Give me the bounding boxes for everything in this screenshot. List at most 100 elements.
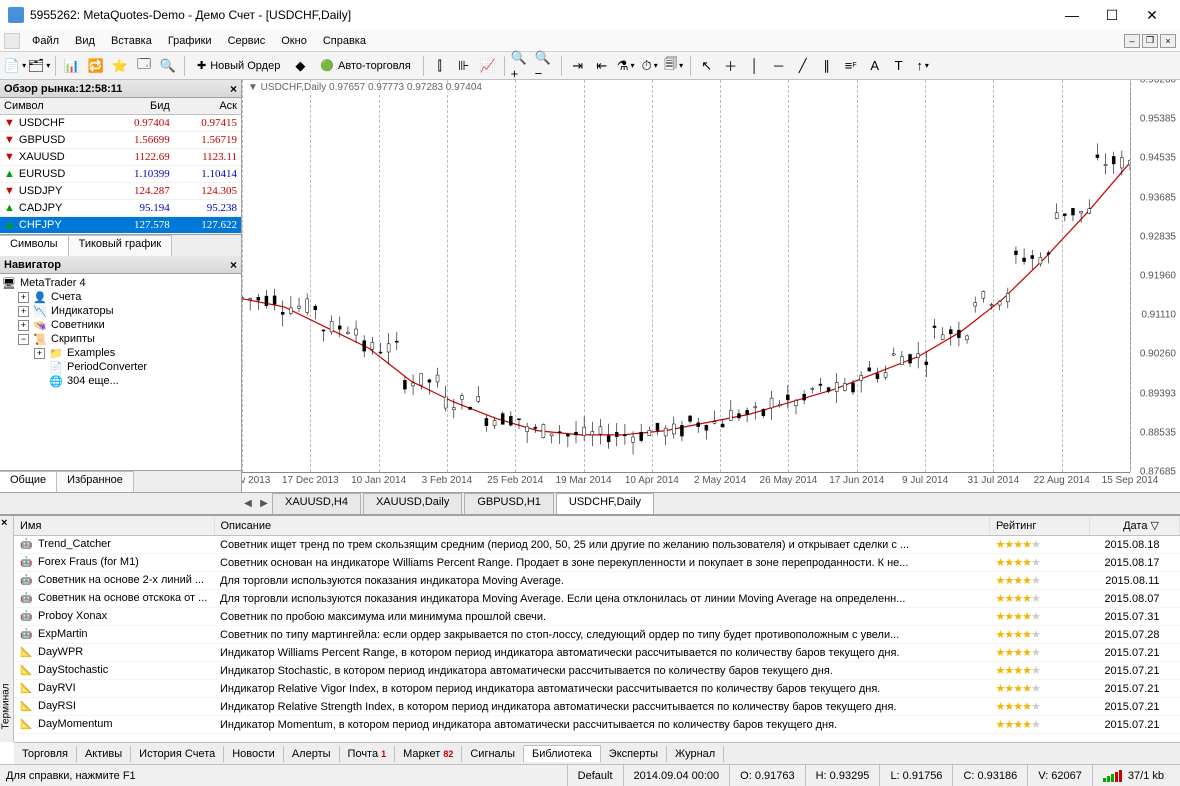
col-rating[interactable]: Рейтинг: [990, 516, 1090, 536]
library-row[interactable]: 📐DayRVIИндикатор Relative Vigor Index, в…: [14, 680, 1180, 698]
tab-symbols[interactable]: Символы: [0, 235, 69, 256]
expand-icon[interactable]: +: [18, 320, 29, 331]
cursor-icon[interactable]: ↖: [696, 55, 718, 77]
terminal-icon[interactable]: 🗔: [133, 55, 155, 77]
close-button[interactable]: ✕: [1132, 3, 1172, 27]
vline-icon[interactable]: │: [744, 55, 766, 77]
minimize-button[interactable]: —: [1052, 3, 1092, 27]
collapse-icon[interactable]: −: [18, 334, 29, 345]
expand-icon[interactable]: +: [34, 348, 45, 359]
terminal-tab[interactable]: Маркет 82: [395, 746, 462, 762]
text-icon[interactable]: A: [864, 55, 886, 77]
zoom-out-icon[interactable]: 🔍−: [534, 55, 556, 77]
menu-file[interactable]: Файл: [24, 33, 67, 49]
terminal-tab[interactable]: Алерты: [284, 746, 340, 762]
tab-tick-chart[interactable]: Тиковый график: [69, 235, 173, 256]
templates-icon[interactable]: 🗐▾: [663, 55, 685, 77]
maximize-button[interactable]: ☐: [1092, 3, 1132, 27]
library-row[interactable]: 📐DayMomentumИндикатор Momentum, в которо…: [14, 716, 1180, 734]
new-chart-icon[interactable]: 📄▾: [4, 55, 26, 77]
navigator-close-icon[interactable]: ×: [230, 258, 237, 272]
library-row[interactable]: 🤖Forex Fraus (for M1)Советник основан на…: [14, 554, 1180, 572]
mdi-close[interactable]: ×: [1160, 34, 1176, 48]
expand-icon[interactable]: +: [18, 306, 29, 317]
tree-accounts[interactable]: +👤Счета: [2, 290, 239, 304]
navigator-icon[interactable]: ⭐: [109, 55, 131, 77]
market-watch-row[interactable]: ▼XAUUSD1122.691123.11: [0, 149, 241, 166]
tree-period-converter[interactable]: 📄PeriodConverter: [2, 360, 239, 374]
chart-area[interactable]: ▼ USDCHF,Daily 0.97657 0.97773 0.97283 0…: [242, 80, 1180, 492]
menu-view[interactable]: Вид: [67, 33, 103, 49]
menu-window[interactable]: Окно: [273, 33, 315, 49]
col-name[interactable]: Имя: [14, 516, 214, 536]
trendline-icon[interactable]: ╱: [792, 55, 814, 77]
bar-chart-icon[interactable]: ⫿: [429, 55, 451, 77]
menu-help[interactable]: Справка: [315, 33, 374, 49]
market-watch-row[interactable]: ▲CHFJPY127.578127.622: [0, 217, 241, 234]
periods-icon[interactable]: ⏱▾: [639, 55, 661, 77]
col-date[interactable]: Дата ▽: [1090, 516, 1180, 536]
tree-indicators[interactable]: +📉Индикаторы: [2, 304, 239, 318]
market-watch-icon[interactable]: 📊: [61, 55, 83, 77]
tree-examples[interactable]: +📁Examples: [2, 346, 239, 360]
hline-icon[interactable]: ─: [768, 55, 790, 77]
col-bid[interactable]: Бид: [107, 98, 174, 115]
tree-scripts[interactable]: −📜Скрипты: [2, 332, 239, 346]
line-chart-icon[interactable]: 📈: [477, 55, 499, 77]
fibo-icon[interactable]: ≡F: [840, 55, 862, 77]
col-symbol[interactable]: Символ: [0, 98, 107, 115]
channel-icon[interactable]: ∥: [816, 55, 838, 77]
col-ask[interactable]: Аск: [174, 98, 241, 115]
metaeditor-icon[interactable]: ◆: [289, 55, 311, 77]
menu-charts[interactable]: Графики: [160, 33, 220, 49]
mdi-minimize[interactable]: –: [1124, 34, 1140, 48]
terminal-tab[interactable]: Торговля: [14, 746, 77, 762]
market-watch-row[interactable]: ▼GBPUSD1.566991.56719: [0, 132, 241, 149]
tab-scroll-right[interactable]: ▶: [256, 493, 272, 514]
col-desc[interactable]: Описание: [214, 516, 990, 536]
library-row[interactable]: 📐DayStochasticИндикатор Stochastic, в ко…: [14, 662, 1180, 680]
chart-tab[interactable]: GBPUSD,H1: [464, 493, 554, 514]
terminal-tab[interactable]: Библиотека: [524, 745, 601, 762]
terminal-close-icon[interactable]: ×: [1, 517, 7, 529]
library-row[interactable]: 🤖Советник на основе 2-х линий ...Для тор…: [14, 572, 1180, 590]
market-watch-close-icon[interactable]: ×: [230, 82, 237, 96]
chart-tab[interactable]: XAUUSD,H4: [272, 493, 361, 514]
chart-shift-icon[interactable]: ⇤: [591, 55, 613, 77]
zoom-in-icon[interactable]: 🔍+: [510, 55, 532, 77]
library-row[interactable]: 🤖Trend_CatcherСоветник ищет тренд по тре…: [14, 536, 1180, 554]
arrows-icon[interactable]: ↑▾: [912, 55, 934, 77]
crosshair-icon[interactable]: ＋: [720, 55, 742, 77]
library-row[interactable]: 📐DayRSIИндикатор Relative Strength Index…: [14, 698, 1180, 716]
new-order-button[interactable]: ✚Новый Ордер: [190, 55, 287, 77]
terminal-tab[interactable]: Почта 1: [340, 746, 396, 762]
tab-favorites[interactable]: Избранное: [57, 471, 134, 492]
terminal-tab[interactable]: Новости: [224, 746, 284, 762]
indicators-icon[interactable]: ⚗▾: [615, 55, 637, 77]
autoscroll-icon[interactable]: ⇥: [567, 55, 589, 77]
tab-scroll-left[interactable]: ◀: [240, 493, 256, 514]
tree-root[interactable]: 🖥MetaTrader 4: [2, 276, 239, 290]
tab-general[interactable]: Общие: [0, 471, 57, 492]
candle-chart-icon[interactable]: ⊪: [453, 55, 475, 77]
tree-more[interactable]: 🌐304 еще...: [2, 374, 239, 388]
text-label-icon[interactable]: T: [888, 55, 910, 77]
expand-icon[interactable]: +: [18, 292, 29, 303]
auto-trade-button[interactable]: 🟢Авто-торговля: [313, 55, 417, 77]
profiles-icon[interactable]: 🗂▾: [28, 55, 50, 77]
menu-service[interactable]: Сервис: [220, 33, 274, 49]
chart-tab[interactable]: XAUUSD,Daily: [363, 493, 462, 514]
market-watch-row[interactable]: ▼USDJPY124.287124.305: [0, 183, 241, 200]
strategy-tester-icon[interactable]: 🔍: [157, 55, 179, 77]
market-watch-row[interactable]: ▼USDCHF0.974040.97415: [0, 115, 241, 132]
library-row[interactable]: 📐DayWPRИндикатор Williams Percent Range,…: [14, 644, 1180, 662]
menu-insert[interactable]: Вставка: [103, 33, 160, 49]
terminal-tab[interactable]: Журнал: [667, 746, 724, 762]
terminal-tab[interactable]: История Счета: [131, 746, 224, 762]
library-row[interactable]: 🤖Proboy XonaxСоветник по пробою максимум…: [14, 608, 1180, 626]
chart-tab[interactable]: USDCHF,Daily: [556, 493, 654, 514]
mdi-restore[interactable]: ❐: [1142, 34, 1158, 48]
data-window-icon[interactable]: 🔁: [85, 55, 107, 77]
tree-experts[interactable]: +👒Советники: [2, 318, 239, 332]
terminal-tab[interactable]: Сигналы: [462, 746, 524, 762]
